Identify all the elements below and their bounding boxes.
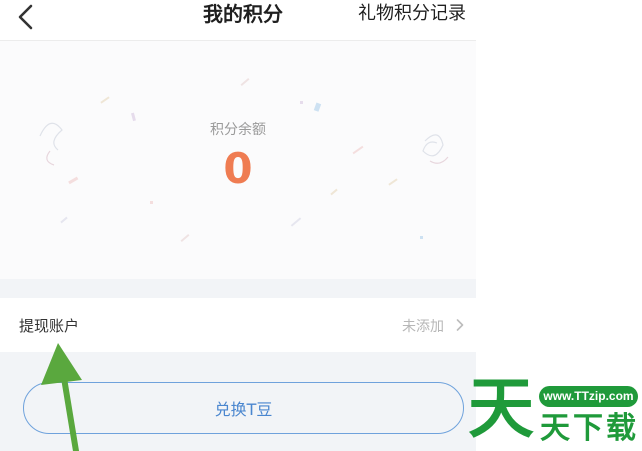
withdraw-account-label: 提现账户 bbox=[19, 317, 80, 335]
balance-card: 积分余额 0 bbox=[0, 41, 476, 279]
gift-points-record-link[interactable]: 礼物积分记录 bbox=[358, 2, 466, 26]
watermark-small-text: 天下载 bbox=[540, 411, 639, 446]
back-button[interactable] bbox=[10, 2, 40, 32]
chevron-right-icon bbox=[456, 319, 464, 331]
watermark-url: www.TTzip.com bbox=[539, 386, 638, 407]
watermark-big-char: 天 bbox=[468, 370, 534, 447]
site-watermark: 天 www.TTzip.com 天下载 bbox=[466, 370, 642, 451]
withdraw-account-status: 未添加 bbox=[402, 319, 444, 335]
balance-value: 0 bbox=[223, 144, 253, 193]
chevron-left-icon bbox=[18, 4, 33, 30]
withdraw-account-row[interactable]: 提现账户 未添加 bbox=[0, 298, 476, 352]
phone-screen: 我的积分 礼物积分记录 积分余额 0 提现账户 未添加 兑换T豆 bbox=[0, 0, 476, 451]
balance-label: 积分余额 bbox=[210, 122, 266, 138]
page-title: 我的积分 bbox=[203, 2, 283, 26]
exchange-tdou-label: 兑换T豆 bbox=[214, 400, 273, 419]
exchange-tdou-button[interactable]: 兑换T豆 bbox=[23, 382, 464, 434]
top-navbar: 我的积分 礼物积分记录 bbox=[0, 0, 476, 41]
